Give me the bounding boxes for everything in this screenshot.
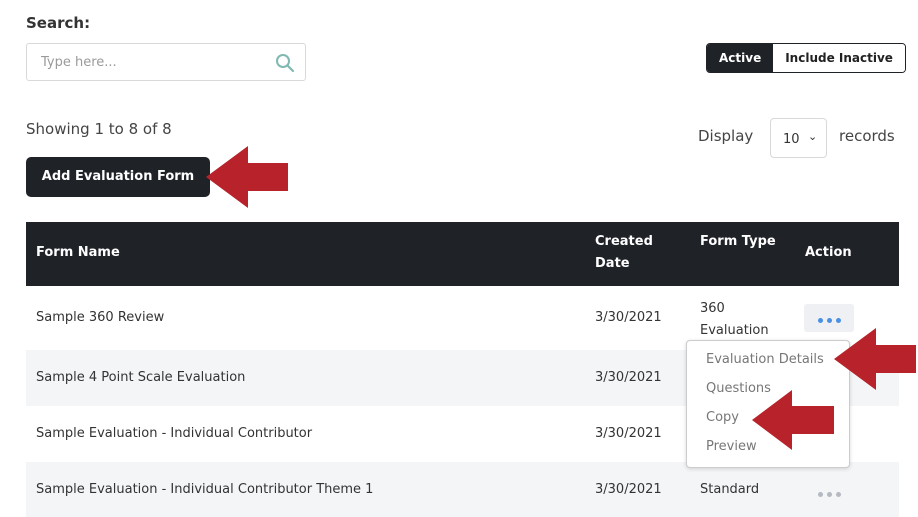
display-label: Display	[698, 127, 754, 145]
page-size-value: 10	[783, 132, 800, 147]
row-form-type: Standard	[700, 482, 760, 497]
row-form-type: 360 Evaluation	[700, 298, 769, 342]
header-created-line2: Date	[595, 256, 630, 271]
row-form-name: Sample 360 Review	[36, 310, 165, 325]
search-icon[interactable]	[275, 53, 295, 73]
row-form-type-line1: 360	[700, 301, 725, 316]
include-inactive-toggle-button[interactable]: Include Inactive	[773, 44, 905, 72]
search-input[interactable]	[27, 44, 281, 80]
status-filter-toggle: Active Include Inactive	[706, 43, 906, 73]
header-form-name[interactable]: Form Name	[36, 242, 120, 264]
header-form-type[interactable]: Form Type	[700, 231, 776, 253]
chevron-down-icon: ⌄	[808, 130, 818, 143]
search-box[interactable]	[26, 43, 306, 81]
row-form-type-line2: Evaluation	[700, 323, 769, 338]
active-toggle-button[interactable]: Active	[707, 44, 774, 72]
record-count-summary: Showing 1 to 8 of 8	[26, 120, 172, 138]
row-form-name: Sample Evaluation - Individual Contribut…	[36, 426, 313, 441]
menu-item-evaluation-details[interactable]: Evaluation Details	[706, 352, 824, 367]
table-row: Sample Evaluation - Individual Contribut…	[26, 462, 899, 517]
header-action: Action	[805, 245, 852, 260]
row-created-date: 3/30/2021	[595, 310, 662, 325]
records-label: records	[839, 127, 895, 145]
menu-item-copy[interactable]: Copy	[706, 410, 739, 425]
header-created-line1: Created	[595, 234, 653, 249]
row-created-date: 3/30/2021	[595, 482, 662, 497]
row-created-date: 3/30/2021	[595, 426, 662, 441]
header-created-date[interactable]: Created Date	[595, 231, 653, 275]
row-form-name: Sample Evaluation - Individual Contribut…	[36, 482, 374, 497]
row-created-date: 3/30/2021	[595, 370, 662, 385]
arrow-annotation-copy-icon	[752, 390, 834, 450]
add-evaluation-form-button[interactable]: Add Evaluation Form	[26, 157, 210, 197]
arrow-annotation-details-icon	[834, 328, 916, 390]
arrow-annotation-add-icon	[206, 146, 288, 208]
table-header: Form Name Created Date Form Type Action	[26, 222, 899, 286]
row-form-name: Sample 4 Point Scale Evaluation	[36, 370, 246, 385]
search-label: Search:	[26, 14, 91, 32]
menu-item-preview[interactable]: Preview	[706, 439, 757, 454]
row-action-menu-button[interactable]	[804, 478, 854, 506]
page-size-select[interactable]: 10 ⌄	[770, 118, 827, 158]
